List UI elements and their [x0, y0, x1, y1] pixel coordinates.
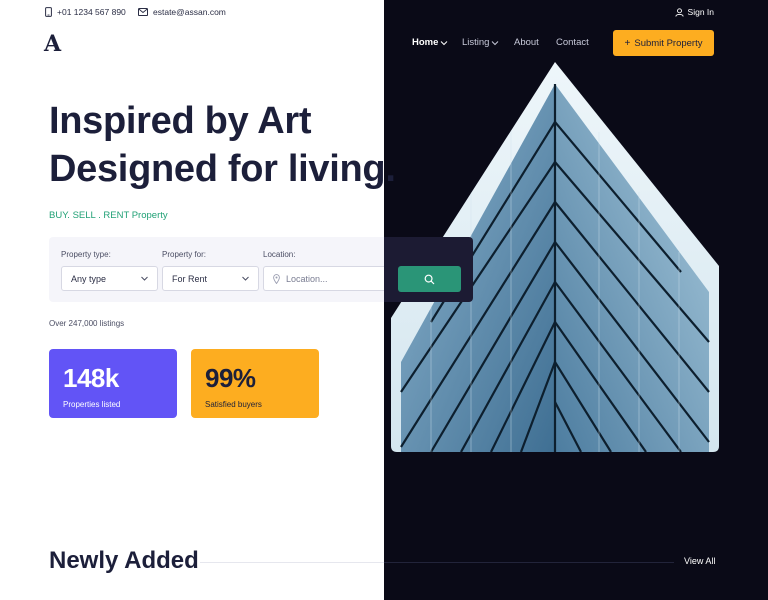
nav-item-listing[interactable]: Listing — [462, 37, 499, 48]
map-pin-icon — [273, 273, 280, 284]
chevron-down-icon — [492, 40, 499, 45]
hero-headline-line2: Designed for living. — [49, 148, 396, 190]
phone-number: +01 1234 567 890 — [57, 7, 126, 17]
nav-item-label: Listing — [462, 37, 490, 48]
stat-value: 148k — [63, 363, 119, 393]
nav-item-about[interactable]: About — [514, 37, 539, 48]
view-all-link[interactable]: View All — [684, 556, 715, 566]
listings-count: Over 247,000 listings — [49, 319, 125, 328]
email-address: estate@assan.com — [153, 7, 226, 17]
email-contact[interactable]: estate@assan.com — [138, 7, 226, 17]
submit-property-button[interactable]: + Submit Property — [613, 30, 714, 56]
property-for-label: Property for: — [162, 250, 207, 259]
section-divider-dark — [384, 562, 674, 563]
property-for-select[interactable]: For Rent — [162, 266, 259, 291]
property-type-value: Any type — [71, 273, 107, 284]
mail-icon — [138, 8, 148, 16]
phone-contact[interactable]: +01 1234 567 890 — [45, 7, 126, 17]
location-input[interactable]: Location... — [263, 266, 384, 291]
stat-card-properties: 148k Properties listed — [49, 349, 177, 418]
property-type-select[interactable]: Any type — [61, 266, 158, 291]
stat-label: Satisfied buyers — [205, 400, 262, 409]
stat-value: 99% — [205, 363, 256, 393]
nav-item-contact[interactable]: Contact — [556, 37, 589, 48]
search-icon — [424, 274, 435, 284]
property-type-label: Property type: — [61, 250, 111, 259]
hero-tagline: BUY. SELL . RENT Property — [49, 210, 168, 221]
phone-icon — [45, 7, 52, 17]
stat-label: Properties listed — [63, 400, 121, 409]
nav-item-home[interactable]: Home — [412, 37, 448, 48]
location-placeholder: Location... — [286, 273, 328, 284]
plus-icon: + — [624, 37, 631, 49]
section-title: Newly Added — [49, 547, 199, 574]
search-button[interactable] — [398, 266, 461, 292]
submit-property-label: Submit Property — [634, 37, 703, 49]
nav-item-label: Contact — [556, 37, 589, 48]
nav-item-label: Home — [412, 37, 439, 48]
topbar: +01 1234 567 890 estate@assan.com Sign I… — [0, 0, 768, 26]
stat-card-buyers: 99% Satisfied buyers — [191, 349, 319, 418]
property-search-form: Property type: Any type Property for: Fo… — [49, 237, 473, 302]
hero-headline-line1: Inspired by Art — [49, 100, 312, 142]
property-for-value: For Rent — [172, 273, 208, 284]
chevron-down-icon — [141, 276, 148, 281]
location-label: Location: — [263, 250, 296, 259]
section-divider — [200, 562, 384, 563]
user-icon — [674, 7, 684, 17]
chevron-down-icon — [242, 276, 249, 281]
nav-item-label: About — [514, 37, 539, 48]
sign-in-label: Sign In — [687, 7, 714, 17]
chevron-down-icon — [441, 40, 448, 45]
brand-logo[interactable]: A — [44, 31, 61, 57]
sign-in-link[interactable]: Sign In — [674, 7, 714, 17]
